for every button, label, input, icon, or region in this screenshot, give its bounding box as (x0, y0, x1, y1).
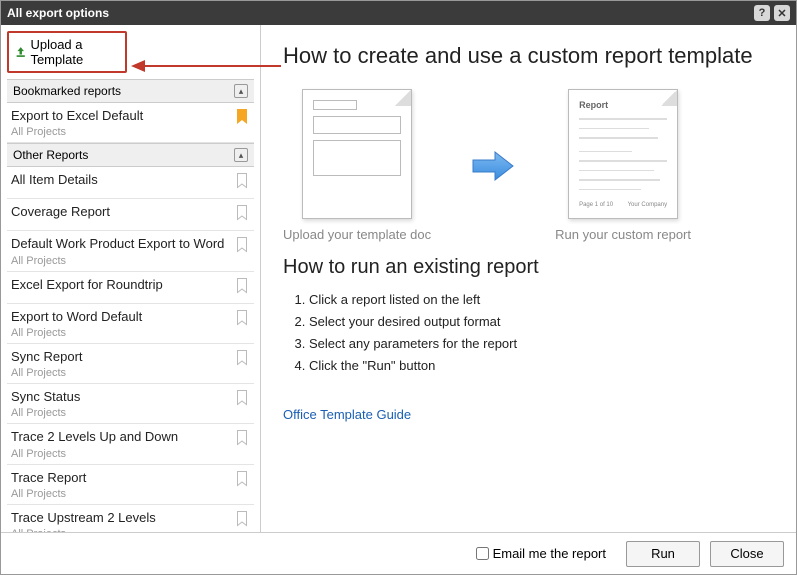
help-button[interactable]: ? (754, 5, 770, 21)
report-item[interactable]: Export to Word Default All Projects (7, 304, 254, 344)
group-header-label: Bookmarked reports (13, 84, 121, 98)
report-item-title: Export to Excel Default (11, 108, 232, 124)
bookmark-outline-icon[interactable] (236, 278, 250, 299)
export-options-dialog: All export options ? ✕ Upload a Template… (0, 0, 797, 575)
steps-list: Click a report listed on the leftSelect … (309, 289, 774, 377)
email-report-checkbox-label[interactable]: Email me the report (476, 546, 606, 561)
report-item-title: Trace Upstream 2 Levels (11, 510, 232, 526)
report-item[interactable]: Trace Report All Projects (7, 465, 254, 505)
report-item-sub: All Projects (11, 327, 232, 339)
report-item-title: Excel Export for Roundtrip (11, 277, 232, 293)
report-item[interactable]: Trace 2 Levels Up and Down All Projects (7, 424, 254, 464)
bookmark-outline-icon[interactable] (236, 390, 250, 411)
titlebar: All export options ? ✕ (1, 1, 796, 25)
caption-run: Run your custom report (555, 227, 691, 242)
close-icon[interactable]: ✕ (774, 5, 790, 21)
report-item-sub: All Projects (11, 448, 232, 460)
run-button[interactable]: Run (626, 541, 700, 567)
step-item: Select your desired output format (309, 311, 774, 333)
step-item: Click the "Run" button (309, 355, 774, 377)
bookmark-outline-icon[interactable] (236, 350, 250, 371)
upload-template-label: Upload a Template (30, 37, 119, 67)
group-header[interactable]: Bookmarked reports ▴ (7, 79, 254, 103)
bookmark-outline-icon[interactable] (236, 471, 250, 492)
report-item[interactable]: Export to Excel Default All Projects (7, 103, 254, 143)
report-item-sub: All Projects (11, 488, 232, 500)
bookmark-outline-icon[interactable] (236, 430, 250, 451)
report-item[interactable]: Sync Report All Projects (7, 344, 254, 384)
group-header[interactable]: Other Reports ▴ (7, 143, 254, 167)
report-item[interactable]: Default Work Product Export to Word All P… (7, 231, 254, 271)
upload-icon (15, 45, 26, 59)
callout-arrow (131, 53, 281, 79)
main-panel: How to create and use a custom report te… (261, 25, 796, 532)
report-item-title: Trace 2 Levels Up and Down (11, 429, 232, 445)
bookmark-filled-icon[interactable] (236, 109, 250, 130)
step-item: Select any parameters for the report (309, 333, 774, 355)
window-title: All export options (7, 6, 109, 20)
report-item-title: Export to Word Default (11, 309, 232, 325)
email-report-checkbox[interactable] (476, 547, 489, 560)
sidebar: Upload a Template Bookmarked reports▴Exp… (1, 25, 261, 532)
bookmark-outline-icon[interactable] (236, 205, 250, 226)
bookmark-outline-icon[interactable] (236, 511, 250, 532)
illustration-row: Upload your template doc Report Page 1 o… (283, 89, 774, 242)
report-item-sub: All Projects (11, 367, 232, 379)
arrow-icon (471, 149, 515, 183)
report-item[interactable]: All Item Details (7, 167, 254, 199)
collapse-icon[interactable]: ▴ (234, 84, 248, 98)
report-item-title: All Item Details (11, 172, 232, 188)
group-header-label: Other Reports (13, 148, 88, 162)
report-item-title: Trace Report (11, 470, 232, 486)
footer: Email me the report Run Close (1, 532, 796, 574)
report-item[interactable]: Coverage Report (7, 199, 254, 231)
report-item-sub: All Projects (11, 126, 232, 138)
report-item-sub: All Projects (11, 255, 232, 267)
bookmark-outline-icon[interactable] (236, 173, 250, 194)
report-item-title: Coverage Report (11, 204, 232, 220)
report-item[interactable]: Trace Upstream 2 LevelsAll Projects (7, 505, 254, 532)
caption-upload: Upload your template doc (283, 227, 431, 242)
report-item[interactable]: Sync Status All Projects (7, 384, 254, 424)
report-item[interactable]: Excel Export for Roundtrip (7, 272, 254, 304)
report-item-title: Sync Status (11, 389, 232, 405)
report-item-title: Sync Report (11, 349, 232, 365)
office-template-guide-link[interactable]: Office Template Guide (283, 407, 411, 422)
upload-template-button[interactable]: Upload a Template (7, 31, 127, 73)
report-item-title: Default Work Product Export to Word (11, 236, 232, 252)
close-button[interactable]: Close (710, 541, 784, 567)
heading-run-report: How to run an existing report (283, 256, 774, 279)
collapse-icon[interactable]: ▴ (234, 148, 248, 162)
template-doc-illustration (302, 89, 412, 219)
report-item-sub: All Projects (11, 407, 232, 419)
bookmark-outline-icon[interactable] (236, 310, 250, 331)
heading-create-template: How to create and use a custom report te… (283, 43, 774, 69)
step-item: Click a report listed on the left (309, 289, 774, 311)
bookmark-outline-icon[interactable] (236, 237, 250, 258)
report-doc-illustration: Report Page 1 of 10 Your Company (568, 89, 678, 219)
